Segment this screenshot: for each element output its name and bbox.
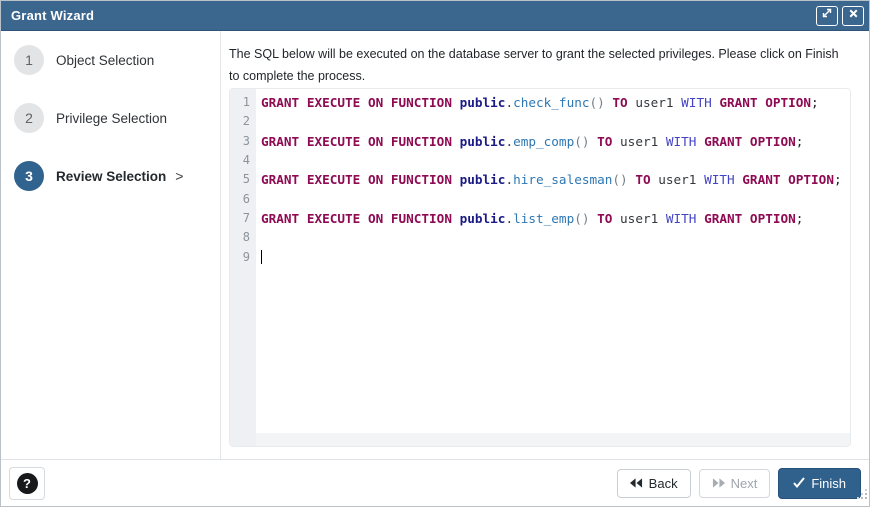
close-button[interactable] bbox=[842, 6, 864, 26]
sql-preview-editor[interactable]: 123456789 GRANT EXECUTE ON FUNCTION publ… bbox=[229, 88, 851, 447]
code-line[interactable] bbox=[261, 228, 850, 247]
code-line[interactable]: GRANT EXECUTE ON FUNCTION public.check_f… bbox=[261, 93, 850, 112]
code-line[interactable] bbox=[261, 190, 850, 209]
resize-grip[interactable] bbox=[857, 486, 867, 504]
back-button[interactable]: Back bbox=[617, 469, 691, 498]
code-lines[interactable]: GRANT EXECUTE ON FUNCTION public.check_f… bbox=[256, 89, 850, 267]
code-line[interactable] bbox=[261, 112, 850, 131]
expand-icon bbox=[820, 6, 834, 25]
code-line[interactable] bbox=[261, 248, 850, 267]
step-number-badge: 2 bbox=[14, 103, 44, 133]
help-icon: ? bbox=[17, 473, 38, 494]
double-arrow-right-icon bbox=[712, 476, 725, 491]
maximize-button[interactable] bbox=[816, 6, 838, 26]
review-content: The SQL below will be executed on the da… bbox=[221, 31, 869, 459]
step-label: Review Selection bbox=[56, 169, 166, 184]
double-arrow-left-icon bbox=[630, 476, 643, 491]
step-number-badge: 3 bbox=[14, 161, 44, 191]
dialog-body: 1 Object Selection 2 Privilege Selection… bbox=[1, 31, 869, 459]
next-button-label: Next bbox=[731, 476, 758, 491]
step-object-selection: 1 Object Selection bbox=[14, 45, 220, 75]
help-button[interactable]: ? bbox=[9, 467, 45, 500]
chevron-right-icon: > bbox=[175, 168, 183, 184]
code-line[interactable]: GRANT EXECUTE ON FUNCTION public.emp_com… bbox=[261, 132, 850, 151]
titlebar[interactable]: Grant Wizard bbox=[1, 1, 869, 31]
step-label: Privilege Selection bbox=[56, 111, 167, 126]
check-icon bbox=[793, 476, 805, 491]
code-line[interactable]: GRANT EXECUTE ON FUNCTION public.list_em… bbox=[261, 209, 850, 228]
step-label: Object Selection bbox=[56, 53, 154, 68]
step-review-selection: 3 Review Selection > bbox=[14, 161, 220, 191]
text-cursor bbox=[261, 250, 262, 264]
finish-button[interactable]: Finish bbox=[778, 468, 861, 499]
wizard-steps-panel: 1 Object Selection 2 Privilege Selection… bbox=[1, 31, 221, 459]
dialog-footer: ? Back Next bbox=[1, 459, 869, 507]
finish-button-label: Finish bbox=[811, 476, 846, 491]
grant-wizard-dialog: Grant Wizard 1 Object Select bbox=[0, 0, 870, 507]
close-icon bbox=[847, 7, 860, 25]
dialog-title: Grant Wizard bbox=[11, 8, 812, 23]
next-button[interactable]: Next bbox=[699, 469, 771, 498]
back-button-label: Back bbox=[649, 476, 678, 491]
code-line[interactable] bbox=[261, 151, 850, 170]
line-number-gutter: 123456789 bbox=[230, 89, 256, 446]
step-privilege-selection: 2 Privilege Selection bbox=[14, 103, 220, 133]
horizontal-scrollbar[interactable] bbox=[256, 433, 850, 446]
instruction-text: The SQL below will be executed on the da… bbox=[229, 43, 851, 87]
code-line[interactable]: GRANT EXECUTE ON FUNCTION public.hire_sa… bbox=[261, 170, 850, 189]
step-number-badge: 1 bbox=[14, 45, 44, 75]
